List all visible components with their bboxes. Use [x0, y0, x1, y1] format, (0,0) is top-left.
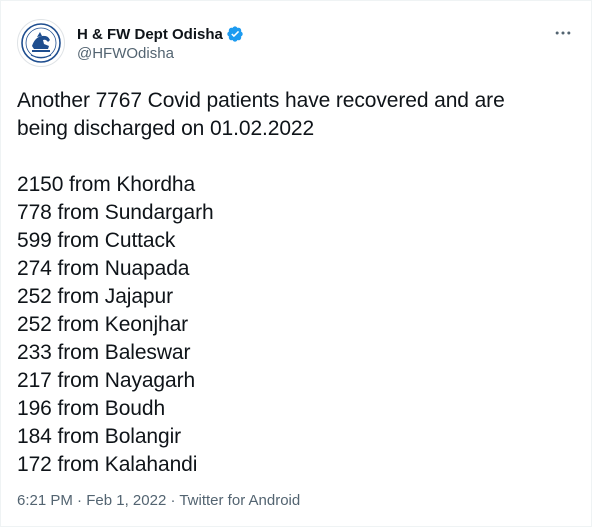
display-name[interactable]: H & FW Dept Odisha — [77, 26, 223, 43]
district-item: 599 from Cuttack — [17, 229, 176, 252]
district-item: 252 from Keonjhar — [17, 313, 189, 336]
meta-separator: · — [72, 492, 87, 509]
meta-separator: · — [166, 492, 180, 509]
district-list: 2150 from Khordha 778 from Sundargarh 59… — [17, 171, 571, 479]
tweet-card: H & FW Dept Odisha @HFWOdisha Another 77… — [0, 0, 592, 527]
district-item: 172 from Kalahandi — [17, 453, 198, 476]
author-names: H & FW Dept Odisha @HFWOdisha — [77, 24, 244, 62]
tweet-intro-line-2: being discharged on 01.02.2022 — [17, 117, 315, 140]
display-name-row: H & FW Dept Odisha — [77, 24, 244, 44]
district-item: 274 from Nuapada — [17, 257, 190, 280]
tweet-time[interactable]: 6:21 PM — [17, 492, 73, 509]
district-item: 252 from Jajapur — [17, 285, 173, 308]
district-item: 196 from Boudh — [17, 397, 166, 420]
author-handle[interactable]: @HFWOdisha — [77, 45, 244, 62]
district-item: 217 from Nayagarh — [17, 369, 196, 392]
tweet-header: H & FW Dept Odisha @HFWOdisha — [17, 13, 575, 67]
tweet-text: Another 7767 Covid patients have recover… — [17, 87, 571, 479]
avatar[interactable] — [17, 19, 65, 67]
district-item: 184 from Bolangir — [17, 425, 182, 448]
tweet-intro-line-1: Another 7767 Covid patients have recover… — [17, 89, 505, 112]
more-options-icon[interactable] — [551, 23, 575, 43]
odisha-emblem-icon — [21, 23, 61, 63]
tweet-metadata: 6:21 PM · Feb 1, 2022 · Twitter for Andr… — [17, 492, 300, 509]
tweet-source[interactable]: Twitter for Android — [179, 492, 300, 509]
district-item: 778 from Sundargarh — [17, 201, 214, 224]
verified-badge-icon — [226, 25, 244, 43]
tweet-date[interactable]: Feb 1, 2022 — [86, 492, 166, 509]
district-item: 2150 from Khordha — [17, 173, 196, 196]
district-item: 233 from Baleswar — [17, 341, 191, 364]
